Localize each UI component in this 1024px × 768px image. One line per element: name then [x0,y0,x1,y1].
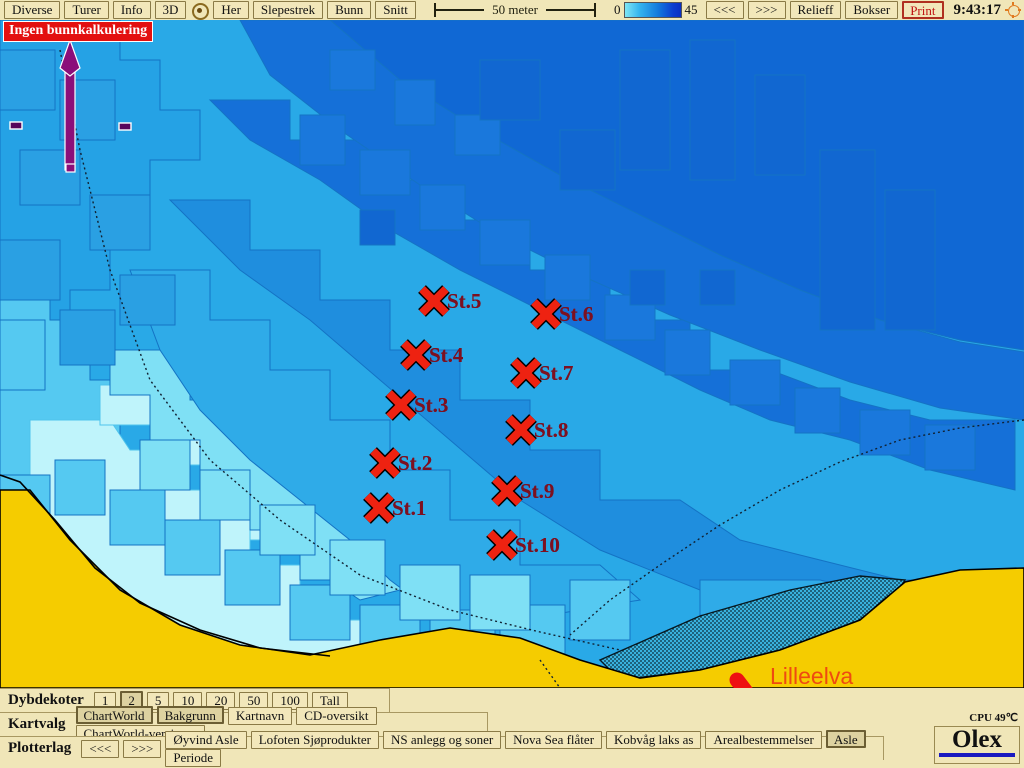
station-label: St.9 [520,479,555,503]
station-label: St.5 [447,289,482,313]
x-icon [418,285,450,317]
depth-legend-gradient [623,2,682,18]
station-label: St.3 [414,393,449,417]
station-label: St.7 [539,361,574,385]
cpu-temperature-status: CPU 49℃ [969,712,1018,724]
depth-legend-min: 0 [614,2,621,17]
kartvalg-option-kartnavn[interactable]: Kartnavn [227,707,293,725]
print-button[interactable]: Print [902,1,944,19]
kartvalg-option-chartworld[interactable]: ChartWorld [75,706,153,724]
top-toolbar-left-group: Diverse Turer Info 3D Her Slepestrek Bun… [0,1,418,20]
olex-logo-text: Olex [952,726,1002,753]
river-label-lilleelva: Lilleelva [770,663,854,688]
menu-button-3d[interactable]: 3D [154,1,187,19]
x-icon [505,414,537,446]
station-label: St.1 [392,496,427,520]
sun-icon-ray [1012,15,1014,18]
depth-next-button[interactable]: >>> [747,1,786,19]
x-icon [385,389,417,421]
sun-icon [1005,2,1021,18]
kartvalg-option-bakgrunn[interactable]: Bakgrunn [156,706,224,724]
plotterlag-option-ns-anlegg-og-soner[interactable]: NS anlegg og soner [382,731,502,749]
plotterlag-options: Øyvind Asle Lofoten Sjøprodukter NS anlegg… [163,730,883,767]
clock-display: 9:43:17 [953,1,1002,18]
station-label: St.2 [398,451,433,475]
plotterlag-option--yvind-asle[interactable]: Øyvind Asle [165,731,247,749]
x-icon [363,492,395,524]
depth-color-legend[interactable]: 0 45 [614,2,698,18]
x-icon [486,529,518,561]
scale-bar-left-cap [434,3,436,17]
bathymetry-map-canvas[interactable]: Lilleelva St.1 St.2 St.3 St.4 St.5 St.6 St.7 St… [0,20,1024,688]
map-vector-layer [0,20,1024,688]
menu-button-turer[interactable]: Turer [64,1,109,19]
station-label: St.6 [559,302,594,326]
scale-bar-label: 50 meter [484,2,546,18]
plotterlag-prev-button[interactable]: <<< [81,739,120,758]
waypoint-dash-marker-right[interactable] [118,122,132,131]
waypoint-dash-marker-left[interactable] [9,121,23,130]
status-banner-no-bottom-calculation: Ingen bunnkalkulering [3,21,154,42]
target-icon[interactable] [191,2,210,20]
menu-button-slepestrek[interactable]: Slepestrek [252,1,324,19]
menu-button-her[interactable]: Her [213,1,249,19]
plotterlag-next-button[interactable]: >>> [123,739,162,758]
olex-logo-underline [939,753,1015,757]
menu-button-bunn[interactable]: Bunn [327,1,372,19]
x-icon [400,339,432,371]
olex-logo: Olex [934,726,1020,764]
plotter-layers-toolbar: Plotterlag <<< >>> Øyvind Asle Lofoten Sj… [0,730,884,767]
top-toolbar: Diverse Turer Info 3D Her Slepestrek Bun… [0,0,1024,21]
depth-legend-max: 45 [684,2,698,17]
bokser-button[interactable]: Bokser [845,1,899,19]
map-scale-bar: 50 meter [430,1,600,19]
scale-bar-right-cap [594,3,596,17]
station-label: St.10 [515,533,560,557]
x-icon [510,357,542,389]
station-label: St.4 [429,343,464,367]
top-toolbar-right-group: 50 meter 0 45 <<< >>> Relieff Bokser Pri… [422,1,1024,19]
plotterlag-option-periode[interactable]: Periode [165,749,222,767]
station-label: St.8 [534,418,569,442]
plotterlag-option-kobv-g-laks-as[interactable]: Kobvåg laks as [606,731,702,749]
sun-icon-ray [1005,9,1008,11]
menu-button-diverse[interactable]: Diverse [4,1,61,19]
x-icon [369,447,401,479]
olex-application-window: Diverse Turer Info 3D Her Slepestrek Bun… [0,0,1024,768]
sun-icon-ray [1018,9,1021,11]
kartvalg-option-cd-oversikt[interactable]: CD-oversikt [296,707,377,725]
plotterlag-option-arealbestemmelser[interactable]: Arealbestemmelser [705,731,822,749]
plotterlag-option-lofoten-sj-produkter[interactable]: Lofoten Sjøprodukter [250,731,379,749]
plotterlag-label: Plotterlag [8,740,72,756]
x-icon [530,298,562,330]
kartvalg-label: Kartvalg [8,716,66,732]
depth-prev-button[interactable]: <<< [705,1,744,19]
plotterlag-option-nova-sea-fl-ter[interactable]: Nova Sea flåter [505,731,603,749]
sun-icon-ray [1012,2,1014,5]
x-icon [491,475,523,507]
menu-button-snitt[interactable]: Snitt [375,1,416,19]
sun-icon-core [1008,5,1020,17]
plotterlag-option-asle[interactable]: Asle [825,730,866,748]
relieff-button[interactable]: Relieff [789,1,842,19]
menu-button-info[interactable]: Info [112,1,151,19]
